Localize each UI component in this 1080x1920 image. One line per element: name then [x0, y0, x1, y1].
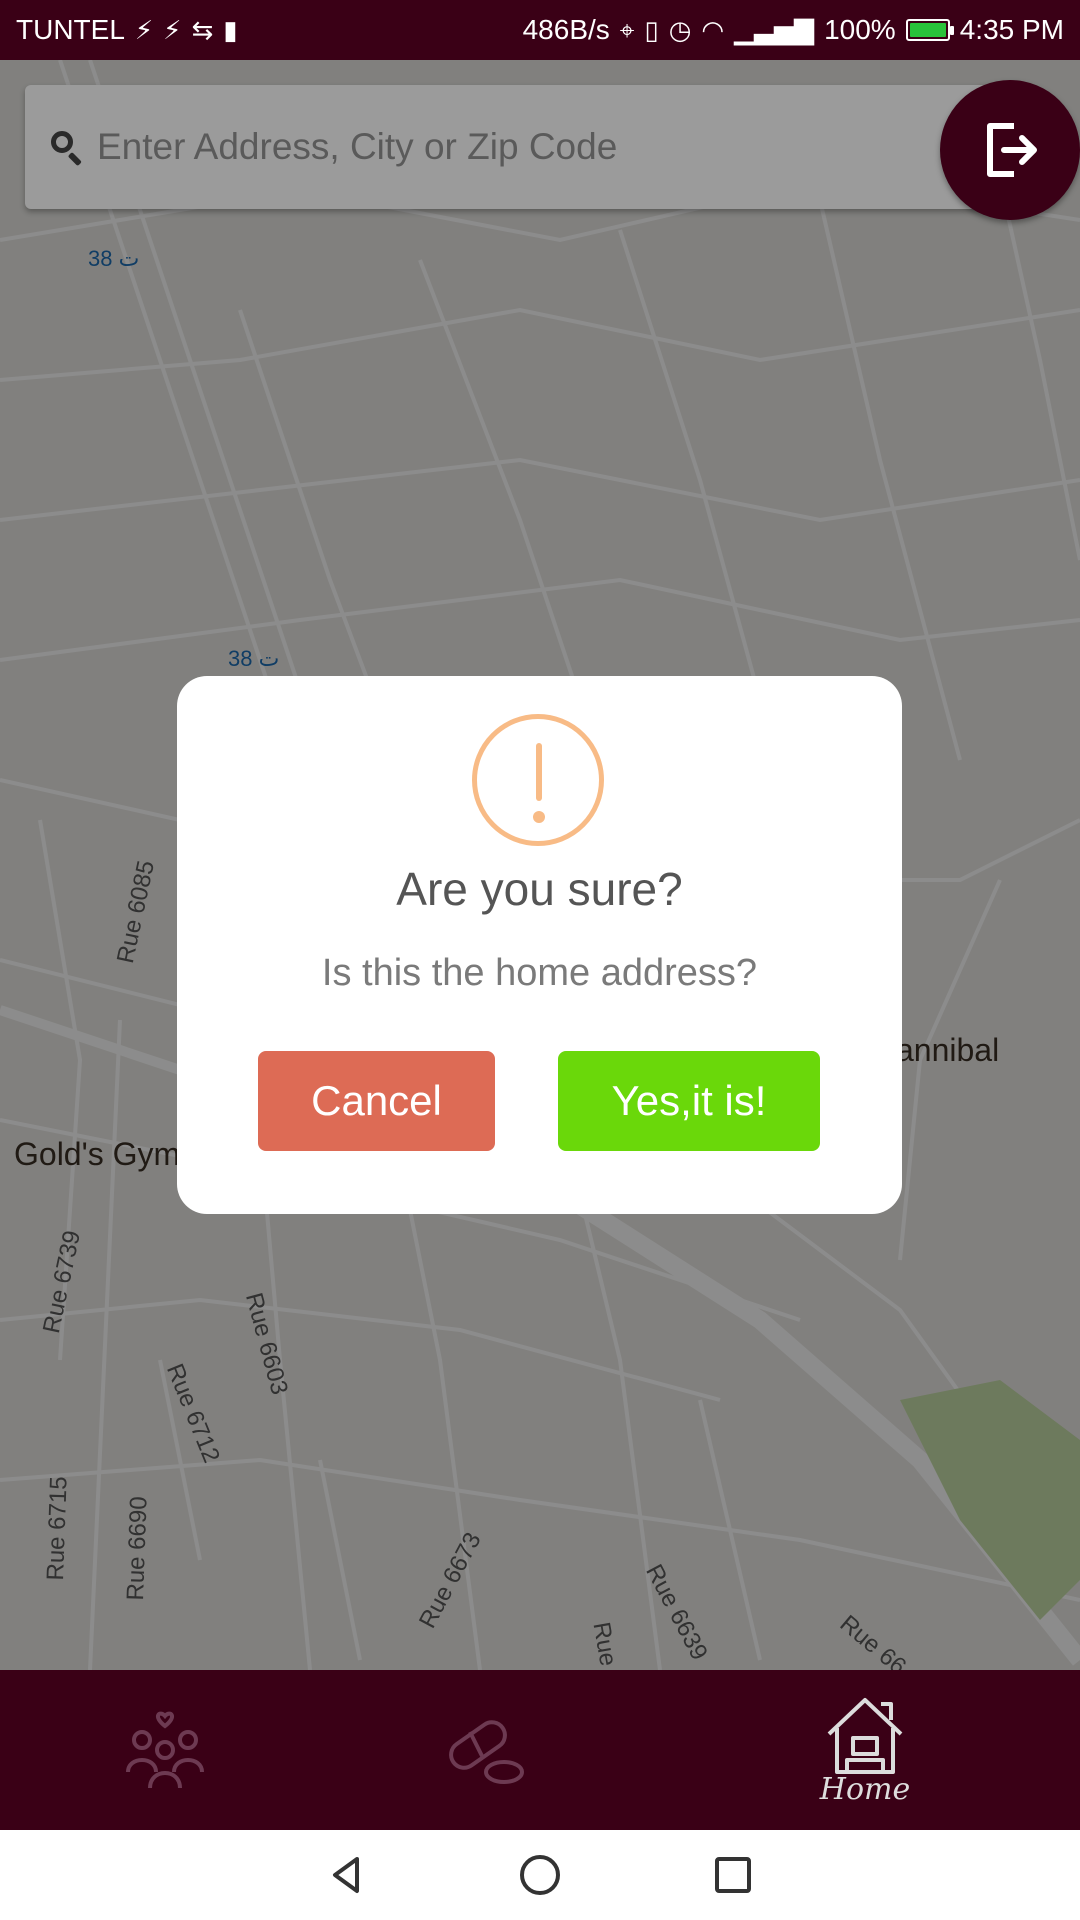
nav-item-medication[interactable] [420, 1670, 550, 1830]
nav-item-family[interactable] [100, 1670, 230, 1830]
dialog-title: Are you sure? [396, 863, 683, 915]
warning-icon [472, 714, 604, 846]
usb-icon: ⚡ [134, 15, 154, 45]
home-nav-icon[interactable] [518, 1853, 562, 1897]
home-icon [827, 1697, 903, 1774]
usb-debug-icon: ⚡ [163, 15, 182, 45]
carrier-name: TUNTEL [16, 14, 125, 45]
search-icon [47, 127, 87, 167]
location-icon: ⌖ [619, 15, 635, 45]
system-nav-bar [0, 1830, 1080, 1920]
nav-home-label: Home [819, 1771, 911, 1807]
battery-icon [905, 19, 954, 41]
status-bar: TUNTEL ⚡ ⚡ ⇆ ▮ 486B/s ⌖ ▯ ◷ ◠ ▁▃▅▇ 100% … [0, 0, 1080, 60]
notification-icon: ▮ [223, 15, 238, 45]
status-left: TUNTEL ⚡ ⚡ ⇆ ▮ [16, 14, 238, 46]
app-screen: TUNTEL ⚡ ⚡ ⇆ ▮ 486B/s ⌖ ▯ ◷ ◠ ▁▃▅▇ 100% … [0, 0, 1080, 1920]
search-input[interactable] [95, 125, 919, 169]
warning-icon-bar [536, 743, 542, 801]
confirm-button[interactable]: Yes,it is! [558, 1051, 820, 1151]
clock: 4:35 PM [959, 14, 1064, 45]
signal-icon: ▁▃▅▇ [734, 15, 815, 45]
cancel-button[interactable]: Cancel [258, 1051, 495, 1151]
search-bar[interactable] [25, 85, 1035, 209]
battery-percent: 100% [824, 14, 896, 45]
status-right: 486B/s ⌖ ▯ ◷ ◠ ▁▃▅▇ 100% 4:35 PM [523, 14, 1064, 46]
back-icon[interactable] [325, 1853, 369, 1897]
bottom-nav: Home [0, 1670, 1080, 1830]
battery-fill [909, 23, 946, 37]
logout-button[interactable] [940, 80, 1080, 220]
alarm-icon: ◷ [668, 15, 692, 45]
dialog-message: Is this the home address? [321, 952, 758, 994]
nav-item-home[interactable]: Home [800, 1670, 930, 1830]
confirm-dialog: Are you sure? Is this the home address? … [177, 676, 902, 1214]
pills-icon [449, 1720, 524, 1784]
recents-icon[interactable] [711, 1853, 755, 1897]
family-icon [126, 1711, 204, 1789]
network-speed: 486B/s [522, 14, 610, 45]
warning-icon-dot [533, 811, 545, 823]
transfer-icon: ⇆ [191, 15, 214, 45]
logout-icon [987, 123, 1037, 177]
wifi-icon: ◠ [701, 15, 725, 45]
vibrate-icon: ▯ [644, 15, 659, 45]
